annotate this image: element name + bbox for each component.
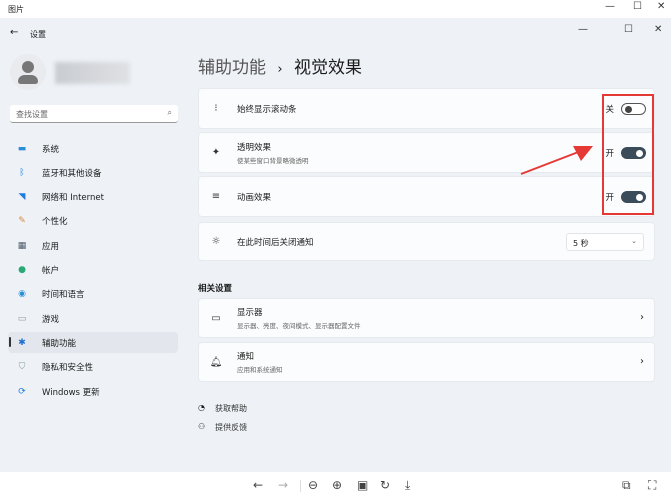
search-placeholder: 查找设置: [16, 110, 48, 119]
blurred-account-name: [55, 62, 130, 84]
transparency-icon: ✦: [211, 147, 221, 158]
related-display[interactable]: ▭ 显示器显示器、亮度、夜间模式、显示器配置文件 ›: [198, 298, 655, 338]
viewer-maximize-button[interactable]: ☐: [633, 1, 642, 12]
sidebar-item-label: 蓝牙和其他设备: [42, 168, 102, 179]
sidebar-item[interactable]: ᛒ 蓝牙和其他设备: [8, 162, 178, 183]
breadcrumb: 辅助功能 › 视觉效果: [198, 53, 362, 78]
avatar[interactable]: [10, 54, 46, 90]
help-link[interactable]: ◔ 获取帮助: [198, 403, 247, 414]
apps-icon: ▦: [17, 240, 27, 251]
brightness-icon: ☼: [211, 236, 221, 247]
wifi-icon: ◥: [18, 192, 26, 203]
sidebar-item[interactable]: ▬ 系统: [8, 138, 178, 159]
display-subtitle: 显示器、亮度、夜间模式、显示器配置文件: [237, 322, 361, 330]
display-title: 显示器: [237, 308, 263, 318]
settings-window: ← 设置 — ☐ ✕ 查找设置 ⌕ ▬ 系统 ᛒ 蓝牙和其他设备 ◥ 网络和 Intern…: [0, 18, 671, 472]
option-subtitle: 使某些窗口背景略微透明: [237, 156, 309, 165]
help-label: 获取帮助: [214, 404, 247, 413]
sidebar-item-label: 个性化: [42, 217, 68, 228]
option-title: 动画效果: [237, 192, 272, 203]
sidebar-item-label: Windows 更新: [42, 387, 100, 398]
sidebar-item-label: 辅助功能: [42, 338, 77, 349]
help-icon: ◔: [198, 403, 205, 412]
feedback-link[interactable]: ⚇ 提供反馈: [198, 422, 247, 433]
viewer-titlebar: 图片 — ☐ ✕: [0, 0, 671, 18]
notify-value: 5 秒: [573, 239, 589, 248]
notifications-subtitle: 应用和系统通知: [237, 366, 283, 374]
download-icon[interactable]: ⤓: [405, 478, 410, 493]
search-input[interactable]: 查找设置 ⌕: [10, 105, 178, 123]
chevron-down-icon: ⌄: [631, 237, 637, 245]
rotate-icon[interactable]: ↻: [380, 478, 390, 492]
option-title: 透明效果: [237, 142, 272, 153]
previous-icon[interactable]: ←: [253, 478, 263, 492]
option-title: 始终显示滚动条: [237, 104, 297, 115]
sidebar-item[interactable]: ◥ 网络和 Internet: [8, 187, 178, 208]
sidebar-item-label: 游戏: [42, 314, 60, 325]
chevron-right-icon: ›: [640, 312, 644, 323]
viewer-title: 图片: [8, 5, 24, 14]
fit-window-icon[interactable]: ▣: [357, 478, 368, 492]
sidebar-item[interactable]: ▭ 游戏: [8, 308, 178, 329]
monitor-icon: ▭: [211, 312, 221, 324]
breadcrumb-parent[interactable]: 辅助功能: [198, 58, 266, 78]
account-icon: ●: [18, 265, 26, 275]
sidebar-item-label: 隐私和安全性: [42, 363, 94, 374]
globe-clock-icon: ◉: [18, 289, 26, 300]
sidebar-item-label: 帐户: [42, 266, 60, 276]
minimize-button[interactable]: —: [578, 24, 588, 35]
sidebar-item-label: 系统: [42, 144, 60, 155]
gamepad-icon: ▭: [17, 313, 27, 324]
text-scan-icon[interactable]: ⛶: [648, 478, 656, 493]
bluetooth-icon: ᛒ: [19, 167, 25, 178]
system-icon: ▬: [17, 143, 27, 154]
sidebar-item[interactable]: ⛉ 隐私和安全性: [8, 357, 178, 378]
chevron-right-icon: ›: [640, 356, 644, 367]
notify-title: 在此时间后关闭通知: [237, 237, 314, 248]
sidebar-item-label: 时间和语言: [42, 290, 85, 301]
maximize-button[interactable]: ☐: [624, 24, 633, 35]
next-icon[interactable]: →: [278, 478, 288, 492]
close-button[interactable]: ✕: [654, 24, 662, 35]
feedback-icon: ⚇: [198, 422, 206, 431]
sidebar-item[interactable]: ✎ 个性化: [8, 211, 178, 232]
page-title: 视觉效果: [294, 58, 363, 78]
scrollbar-icon: ⁝: [214, 103, 218, 114]
zoom-out-icon[interactable]: ⊖: [308, 478, 318, 492]
sidebar-item[interactable]: ✱ 辅助功能: [8, 332, 178, 354]
animation-icon: ≡: [211, 191, 221, 202]
notifications-title: 通知: [237, 352, 255, 362]
viewer-close-button[interactable]: ✕: [657, 1, 665, 12]
brush-icon: ✎: [18, 216, 26, 227]
option-row: ⁝ 始终显示滚动条关: [198, 88, 655, 129]
sidebar-item[interactable]: ◉ 时间和语言: [8, 284, 178, 305]
shield-icon: ⛉: [18, 362, 26, 373]
sidebar-item[interactable]: ▦ 应用: [8, 235, 178, 256]
feedback-label: 提供反馈: [215, 423, 248, 432]
sidebar-item-label: 网络和 Internet: [42, 193, 104, 204]
selected-indicator: [9, 337, 11, 347]
back-arrow-icon[interactable]: ←: [10, 27, 18, 38]
related-notifications[interactable]: 🔔︎ 通知应用和系统通知 ›: [198, 342, 655, 382]
notify-timeout-select[interactable]: 5 秒 ⌄: [566, 233, 644, 251]
annotation-arrow: [520, 146, 593, 175]
sidebar-item[interactable]: ⟳ Windows 更新: [8, 381, 178, 402]
notify-timeout-row: ☼ 在此时间后关闭通知 5 秒 ⌄: [198, 222, 655, 261]
copy-image-icon[interactable]: ⧉: [622, 478, 631, 493]
accessibility-icon: ✱: [18, 337, 26, 348]
bell-icon: 🔔︎: [209, 356, 223, 368]
sidebar-item-label: 应用: [42, 241, 60, 252]
related-heading: 相关设置: [198, 284, 233, 294]
sidebar-item[interactable]: ● 帐户: [8, 260, 178, 281]
update-icon: ⟳: [18, 386, 26, 397]
search-icon: ⌕: [167, 108, 172, 117]
toolbar-divider: [300, 480, 301, 492]
viewer-minimize-button[interactable]: —: [605, 1, 615, 12]
annotation-highlight-box: [602, 94, 654, 215]
zoom-in-icon[interactable]: ⊕: [332, 478, 342, 492]
window-title: 设置: [30, 30, 46, 39]
option-row: ≡ 动画效果开: [198, 176, 655, 217]
breadcrumb-separator: ›: [277, 62, 283, 77]
